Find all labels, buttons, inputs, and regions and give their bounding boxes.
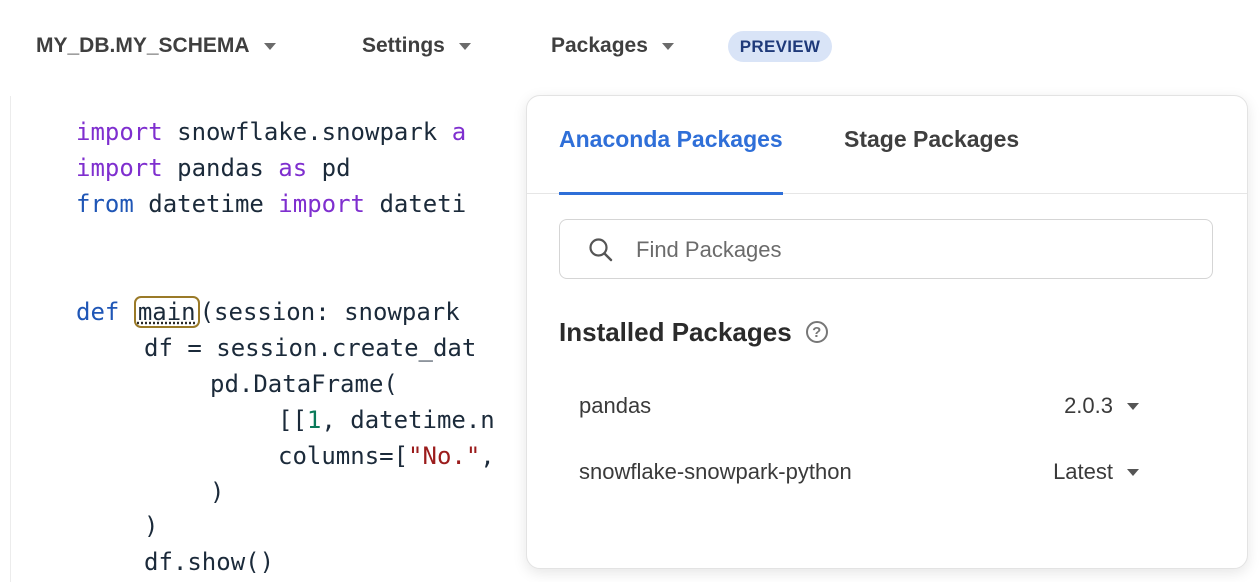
- code-token: as: [278, 154, 308, 182]
- database-schema-selector[interactable]: MY_DB.MY_SCHEMA: [36, 28, 276, 64]
- code-line: pd.DataFrame(: [210, 366, 398, 402]
- chevron-down-icon: [1127, 468, 1139, 476]
- code-token: datetime: [133, 190, 279, 218]
- chevron-down-icon: [661, 42, 674, 50]
- code-token: [[: [278, 406, 307, 434]
- packages-menu[interactable]: Packages: [551, 28, 674, 64]
- package-version: Latest: [1053, 459, 1113, 484]
- tab-anaconda-packages[interactable]: Anaconda Packages: [559, 126, 783, 195]
- code-token: , datetime.n: [321, 406, 495, 434]
- chevron-down-icon: [1127, 402, 1139, 410]
- code-token: 1: [306, 406, 322, 434]
- package-version-selector[interactable]: 2.0.3: [1064, 386, 1139, 426]
- chevron-down-icon: [263, 42, 276, 50]
- code-token: snowflake.snowpark: [162, 118, 452, 146]
- code-token: from: [76, 190, 134, 218]
- code-token: "No.": [408, 442, 481, 470]
- code-line: from datetime import dateti: [76, 186, 466, 222]
- code-token: def: [76, 298, 120, 326]
- preview-badge: PREVIEW: [728, 31, 832, 62]
- code-token: (session: snowpark: [199, 298, 460, 326]
- code-line: ): [144, 508, 158, 544]
- code-token: import: [76, 118, 163, 146]
- code-token: columns=[: [278, 442, 409, 470]
- settings-menu[interactable]: Settings: [362, 28, 471, 64]
- package-version: 2.0.3: [1064, 393, 1113, 418]
- help-icon[interactable]: ?: [805, 321, 828, 343]
- code-editor[interactable]: import snowflake.snowpark a import panda…: [10, 96, 531, 582]
- package-row: snowflake-snowpark-python Latest: [579, 452, 1139, 492]
- code-line: [[1, datetime.n: [278, 402, 495, 438]
- package-name: pandas: [579, 393, 652, 418]
- code-line: df.show(): [144, 544, 274, 580]
- code-line: def main (session: snowpark: [76, 294, 460, 330]
- code-token: pd.DataFrame(: [210, 370, 398, 398]
- search-icon: [589, 238, 613, 262]
- code-line: import snowflake.snowpark a: [76, 114, 466, 150]
- installed-packages-title: Installed Packages: [559, 316, 792, 347]
- code-token: pd: [307, 154, 351, 182]
- code-token: import: [278, 190, 365, 218]
- function-name-highlight[interactable]: main: [133, 296, 200, 328]
- tab-stage-packages[interactable]: Stage Packages: [844, 126, 1019, 192]
- code-line: columns=["No.",: [278, 438, 495, 474]
- code-token: df = session.create_dat: [144, 334, 477, 362]
- code-line: df = session.create_dat: [144, 330, 476, 366]
- package-search: [559, 219, 1213, 279]
- toolbar: MY_DB.MY_SCHEMA Settings Packages PREVIE…: [0, 0, 1260, 95]
- code-token: import: [76, 154, 163, 182]
- chevron-down-icon: [458, 42, 471, 50]
- code-line: ): [210, 474, 224, 510]
- code-token: ,: [480, 442, 495, 470]
- packages-label: Packages: [551, 34, 648, 57]
- database-schema-label: MY_DB.MY_SCHEMA: [36, 34, 250, 57]
- code-token: pandas: [162, 154, 279, 182]
- code-line: import pandas as pd: [76, 150, 351, 186]
- search-input[interactable]: [634, 228, 1198, 272]
- code-token: ): [144, 512, 159, 540]
- packages-popover: Anaconda Packages Stage Packages Install…: [526, 95, 1248, 569]
- package-tabs: Anaconda Packages Stage Packages: [527, 96, 1247, 195]
- installed-packages-heading: Installed Packages ?: [559, 314, 828, 350]
- package-row: pandas 2.0.3: [579, 386, 1139, 426]
- settings-label: Settings: [362, 34, 445, 57]
- code-token: ): [210, 478, 225, 506]
- package-version-selector[interactable]: Latest: [1053, 452, 1139, 492]
- code-token: a: [451, 118, 467, 146]
- code-token: dateti: [365, 190, 467, 218]
- code-token: df.show(): [144, 548, 275, 576]
